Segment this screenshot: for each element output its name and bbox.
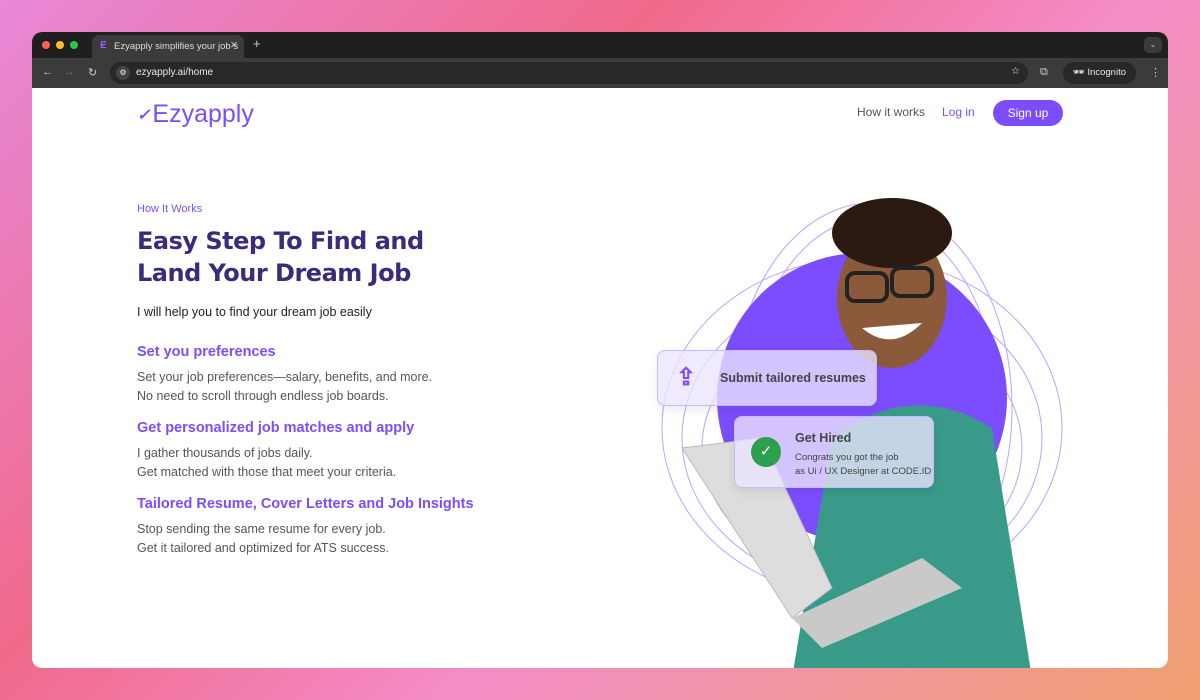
step-line: Get matched with those that meet your cr… bbox=[137, 465, 397, 479]
step-title: Set you preferences bbox=[137, 344, 276, 360]
signup-button[interactable]: Sign up bbox=[993, 100, 1063, 126]
address-bar: ← → ↻ ⚙ ezyapply.ai/home ☆ ⧉ 🕶 Incognito ⋮ bbox=[32, 58, 1168, 88]
tab-title: Ezyapply simplifies your job s bbox=[114, 41, 239, 52]
site-settings-icon[interactable]: ⚙ bbox=[116, 66, 130, 80]
hero-illustration: ⇪ Submit tailored resumes ✓ Get Hired Co… bbox=[592, 178, 1072, 668]
card-title: Submit tailored resumes bbox=[720, 371, 866, 385]
card-line: as Ui / UX Designer at CODE.ID bbox=[795, 466, 932, 477]
reload-icon[interactable]: ↻ bbox=[88, 66, 97, 79]
new-tab-icon[interactable]: + bbox=[253, 36, 261, 51]
step: Set you preferences Set your job preferen… bbox=[137, 344, 557, 406]
bookmark-star-icon[interactable]: ☆ bbox=[1011, 66, 1020, 77]
tab-bar: Ɇ Ezyapply simplifies your job s ✕ + ⌄ bbox=[32, 32, 1168, 58]
favicon-icon: Ɇ bbox=[100, 40, 107, 51]
step-line: Set your job preferences—salary, benefit… bbox=[137, 370, 433, 384]
close-tab-icon[interactable]: ✕ bbox=[230, 40, 238, 51]
logo[interactable]: ✓Ezyapply bbox=[137, 100, 254, 129]
step-title: Tailored Resume, Cover Letters and Job I… bbox=[137, 496, 474, 512]
step: Tailored Resume, Cover Letters and Job I… bbox=[137, 496, 557, 558]
eyebrow: How It Works bbox=[137, 203, 203, 215]
step-line: Stop sending the same resume for every j… bbox=[137, 522, 386, 536]
logo-check-icon: ✓ bbox=[137, 107, 151, 125]
url-text: ezyapply.ai/home bbox=[136, 67, 214, 78]
page-title: Easy Step To Find and Land Your Dream Jo… bbox=[137, 227, 424, 287]
extensions-icon[interactable]: ⧉ bbox=[1040, 66, 1048, 79]
url-input[interactable]: ⚙ ezyapply.ai/home ☆ bbox=[110, 62, 1028, 84]
incognito-label: Incognito bbox=[1087, 67, 1126, 78]
logo-text: Ezyapply bbox=[152, 100, 254, 128]
menu-icon[interactable]: ⋮ bbox=[1150, 66, 1161, 79]
get-hired-card: ✓ Get Hired Congrats you got the job as … bbox=[734, 416, 934, 488]
submit-resumes-card: ⇪ Submit tailored resumes bbox=[657, 350, 877, 406]
tab-search-icon[interactable]: ⌄ bbox=[1144, 37, 1162, 53]
forward-icon[interactable]: → bbox=[64, 66, 75, 78]
incognito-badge[interactable]: 🕶 Incognito bbox=[1062, 62, 1136, 84]
page: ✓Ezyapply How it works Log in Sign up Ho… bbox=[32, 88, 1168, 668]
subtitle: I will help you to find your dream job e… bbox=[137, 305, 372, 319]
card-line: Congrats you got the job bbox=[795, 452, 899, 463]
nav-how-it-works[interactable]: How it works bbox=[857, 105, 925, 119]
nav-login[interactable]: Log in bbox=[942, 105, 975, 119]
check-icon: ✓ bbox=[751, 437, 781, 467]
maximize-window-button[interactable] bbox=[70, 41, 78, 49]
card-title: Get Hired bbox=[795, 431, 852, 445]
close-window-button[interactable] bbox=[42, 41, 50, 49]
step-line: I gather thousands of jobs daily. bbox=[137, 446, 313, 460]
step: Get personalized job matches and apply I … bbox=[137, 420, 557, 482]
minimize-window-button[interactable] bbox=[56, 41, 64, 49]
step-line: No need to scroll through endless job bo… bbox=[137, 389, 389, 403]
incognito-icon: 🕶 bbox=[1072, 67, 1088, 78]
step-title: Get personalized job matches and apply bbox=[137, 420, 415, 436]
back-icon[interactable]: ← bbox=[42, 66, 53, 78]
upload-icon: ⇪ bbox=[676, 364, 697, 391]
browser-window: Ɇ Ezyapply simplifies your job s ✕ + ⌄ ← →… bbox=[32, 32, 1168, 668]
step-line: Get it tailored and optimized for ATS su… bbox=[137, 541, 389, 555]
browser-tab[interactable]: Ɇ Ezyapply simplifies your job s ✕ bbox=[92, 35, 244, 58]
